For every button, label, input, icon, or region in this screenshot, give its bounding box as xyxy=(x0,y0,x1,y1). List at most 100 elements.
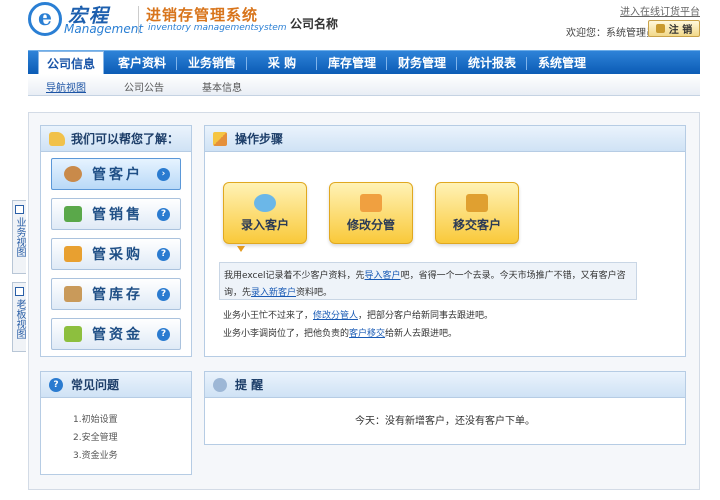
help-text: 业务小李调岗位了，把他负责的 xyxy=(223,329,350,339)
faq-panel: ? 常见问题 1.初始设置 2.安全管理 3.资金业务 xyxy=(40,371,192,475)
subnav-basic-info[interactable]: 基本信息 xyxy=(202,79,242,94)
logout-button[interactable]: 注 销 xyxy=(648,20,700,37)
nav-separator xyxy=(316,57,317,70)
customer-icon xyxy=(64,166,82,182)
reminder-title: 提 醒 xyxy=(235,378,264,392)
menu-manage-purchase[interactable]: 管采购 ? xyxy=(51,238,181,270)
faq-item-security[interactable]: 2.安全管理 xyxy=(73,430,118,443)
nav-tab-inventory[interactable]: 库存管理 xyxy=(318,51,386,75)
modify-manager-link[interactable]: 修改分管人 xyxy=(313,311,358,321)
step-add-customer-button[interactable]: 录入客户 xyxy=(223,182,307,244)
header-divider xyxy=(138,6,139,34)
pencil-icon xyxy=(213,131,227,146)
help-line-4: 业务小李调岗位了，把他负责的客户移交给新人去跟进吧。 xyxy=(223,326,457,339)
logo-e-icon: e xyxy=(28,2,62,36)
help-line-1: 我用excel记录着不少客户资料，先导入客户吧，省得一个一个去录。今天市场推广不… xyxy=(224,268,626,281)
app-header: e 宏程 Management 进销存管理系统 inventory manage… xyxy=(0,0,720,44)
help-text: 我用excel记录着不少客户资料，先 xyxy=(224,271,365,281)
side-tab-label: 老板视图 xyxy=(14,299,25,339)
add-customer-icon xyxy=(254,194,276,212)
menu-label: 管销售 xyxy=(92,207,143,223)
menu-manage-inventory[interactable]: 管库存 ? xyxy=(51,278,181,310)
nav-tab-sales[interactable]: 业务销售 xyxy=(178,51,246,75)
side-tab-boss-view[interactable]: 老板视图 xyxy=(12,282,26,352)
step-edit-assignment-button[interactable]: 修改分管 xyxy=(329,182,413,244)
menu-manage-funds[interactable]: 管资金 ? xyxy=(51,318,181,350)
help-text: 资料吧。 xyxy=(296,288,333,298)
system-title: 进销存管理系统 xyxy=(146,6,259,24)
chart-icon xyxy=(15,287,24,296)
help-menu-panel: 我们可以帮您了解： 管客户 › 管销售 ? 管采购 ? 管库存 ? 管资金 ? xyxy=(40,125,192,357)
step-transfer-customer-button[interactable]: 移交客户 xyxy=(435,182,519,244)
faq-header: ? 常见问题 xyxy=(41,372,191,398)
nav-tab-purchase[interactable]: 采 购 xyxy=(248,51,316,75)
nav-separator xyxy=(386,57,387,70)
nav-separator xyxy=(246,57,247,70)
company-name: 公司名称 xyxy=(290,17,339,31)
cart-icon xyxy=(64,246,82,262)
nav-tab-reports[interactable]: 统计报表 xyxy=(458,51,526,75)
faq-item-initial-setup[interactable]: 1.初始设置 xyxy=(73,412,118,425)
nav-separator xyxy=(456,57,457,70)
reminder-header: 提 醒 xyxy=(205,372,685,398)
nav-tab-finance[interactable]: 财务管理 xyxy=(388,51,456,75)
help-text: 询，先 xyxy=(224,288,252,298)
reminder-icon xyxy=(213,377,227,392)
nav-separator xyxy=(526,57,527,70)
main-nav: 公司信息 客户资料 业务销售 采 购 库存管理 财务管理 统计报表 系统管理 xyxy=(28,50,700,76)
steps-title: 操作步骤 xyxy=(235,132,284,146)
import-customers-link[interactable]: 导入客户 xyxy=(365,271,401,281)
menu-label: 管资金 xyxy=(92,327,143,343)
transfer-customer-link[interactable]: 客户移交 xyxy=(349,329,385,339)
steps-header: 操作步骤 xyxy=(205,126,685,152)
help-line-3: 业务小王忙不过来了，修改分管人，把部分客户给新同事去跟进吧。 xyxy=(223,308,493,321)
edit-icon xyxy=(360,194,382,212)
help-text: ，把部分客户给新同事去跟进吧。 xyxy=(358,311,494,321)
money-icon xyxy=(64,326,82,342)
subnav-announcements[interactable]: 公司公告 xyxy=(124,79,164,94)
logo: e 宏程 Management xyxy=(28,2,143,36)
chart-icon xyxy=(15,205,24,214)
faq-title: 常见问题 xyxy=(71,378,120,392)
transfer-icon xyxy=(466,194,488,212)
menu-label: 管库存 xyxy=(92,287,143,303)
menu-manage-sales[interactable]: 管销售 ? xyxy=(51,198,181,230)
nav-tab-system[interactable]: 系统管理 xyxy=(528,51,596,75)
sub-nav: 导航视图 公司公告 基本信息 xyxy=(28,74,700,96)
subnav-navigation-view[interactable]: 导航视图 xyxy=(46,79,86,94)
reminder-panel: 提 醒 今天：没有新增客户，还没有客户下单。 xyxy=(204,371,686,445)
system-subtitle: inventory managementsystem xyxy=(148,23,287,33)
question-icon: ? xyxy=(49,377,63,392)
nav-tab-customers[interactable]: 客户资料 xyxy=(108,51,176,75)
nav-tab-company-info[interactable]: 公司信息 xyxy=(38,51,104,76)
help-text-box: 我用excel记录着不少客户资料，先导入客户吧，省得一个一个去录。今天市场推广不… xyxy=(219,262,637,300)
side-tab-business-view[interactable]: 业务视图 xyxy=(12,200,26,274)
help-text: 给新人去跟进吧。 xyxy=(385,329,458,339)
question-icon: ? xyxy=(157,207,170,221)
operation-steps-panel: 操作步骤 录入客户 修改分管 移交客户 我用excel记录着不少客户资料，先导入… xyxy=(204,125,686,357)
menu-manage-customers[interactable]: 管客户 › xyxy=(51,158,181,190)
help-text: 业务小王忙不过来了， xyxy=(223,311,314,321)
question-icon: ? xyxy=(157,287,170,301)
menu-label: 管客户 xyxy=(92,167,143,183)
help-menu-title: 我们可以帮您了解： xyxy=(71,132,180,146)
enter-order-platform-link[interactable]: 进入在线订货平台 xyxy=(620,3,700,18)
question-icon: ? xyxy=(157,327,170,341)
arrow-right-icon: › xyxy=(157,167,170,181)
lock-icon xyxy=(655,24,665,33)
thumbs-up-icon xyxy=(49,131,65,146)
step-label: 录入客户 xyxy=(240,218,289,232)
welcome-text: 欢迎您：系统管理员 xyxy=(566,28,656,39)
reminder-text: 今天：没有新增客户，还没有客户下单。 xyxy=(355,416,535,427)
nav-separator xyxy=(176,57,177,70)
add-new-customer-link[interactable]: 录入新客户 xyxy=(251,288,296,298)
box-icon xyxy=(64,286,82,302)
arrow-down-icon xyxy=(237,246,245,252)
question-icon: ? xyxy=(157,247,170,261)
side-tab-label: 业务视图 xyxy=(14,217,25,257)
faq-item-funds[interactable]: 3.资金业务 xyxy=(73,448,118,461)
step-label: 移交客户 xyxy=(452,218,501,232)
logo-subtitle: Management xyxy=(64,22,144,36)
help-menu-header: 我们可以帮您了解： xyxy=(41,126,191,152)
step-label: 修改分管 xyxy=(346,218,395,232)
